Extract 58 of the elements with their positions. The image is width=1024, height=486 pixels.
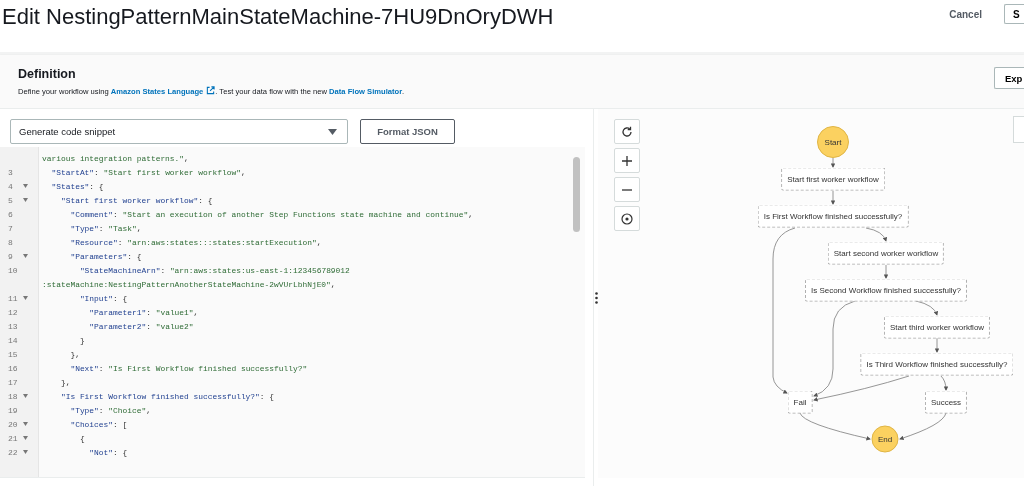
fold-caret-icon[interactable] <box>23 296 28 300</box>
fold-caret-icon[interactable] <box>23 394 28 398</box>
line-number: 9 <box>8 251 14 261</box>
fold-caret-icon[interactable] <box>23 198 28 202</box>
target-icon <box>621 212 633 225</box>
caret-icon <box>328 128 337 135</box>
line-number: 7 <box>8 223 14 233</box>
line-number: 8 <box>8 237 14 247</box>
line-number: 10 <box>8 265 19 275</box>
state-node[interactable]: Start third worker workflow <box>883 315 991 339</box>
minus-icon <box>621 188 633 191</box>
scrollbar[interactable] <box>573 157 580 232</box>
line-number: 20 <box>8 419 19 429</box>
line-number: 14 <box>8 335 19 345</box>
section-heading: Definition <box>18 67 77 81</box>
line-number: 22 <box>8 447 19 457</box>
zoom-in-button[interactable] <box>614 148 640 173</box>
line-number: 5 <box>8 195 14 205</box>
fold-caret-icon[interactable] <box>23 184 28 188</box>
line-number: 11 <box>8 293 19 303</box>
line-number: 4 <box>8 181 14 191</box>
page-title: Edit NestingPatternMainStateMachine-7HU9DnOryDWH <box>2 4 555 30</box>
state-node[interactable]: Is Third Workflow finished successfully? <box>860 352 1014 376</box>
state-node[interactable]: Fail <box>787 390 813 414</box>
state-node[interactable]: Start second worker workflow <box>827 241 945 265</box>
refresh-icon <box>621 125 633 138</box>
line-number: 17 <box>8 377 19 387</box>
line-number: 3 <box>8 167 14 177</box>
plus-icon <box>621 154 633 167</box>
drag-handle-icon[interactable] <box>594 291 598 304</box>
terminal-node[interactable]: End <box>871 425 899 453</box>
export-button[interactable]: Exp <box>994 67 1024 89</box>
line-number: 21 <box>8 433 19 443</box>
line-number: 16 <box>8 363 19 373</box>
snippet-select[interactable]: Generate code snippet <box>10 119 348 144</box>
external-link-icon <box>206 86 216 95</box>
reset-button[interactable] <box>614 119 640 144</box>
fold-caret-icon[interactable] <box>23 436 28 440</box>
line-number: 15 <box>8 349 19 359</box>
line-number: 18 <box>8 391 19 401</box>
fold-caret-icon[interactable] <box>23 450 28 454</box>
line-number: 12 <box>8 307 19 317</box>
state-node[interactable]: Start first worker workflow <box>781 167 885 191</box>
state-node[interactable]: Is Second Workflow finished successfully? <box>804 278 968 302</box>
save-button[interactable]: S <box>1004 4 1024 24</box>
line-number: 13 <box>8 321 19 331</box>
state-node[interactable]: Is First Workflow finished successfully? <box>757 204 909 228</box>
terminal-node[interactable]: Start <box>817 126 849 158</box>
line-number: 6 <box>8 209 14 219</box>
fold-caret-icon[interactable] <box>23 254 28 258</box>
state-node[interactable]: Success <box>924 390 968 414</box>
line-number: 19 <box>8 405 19 415</box>
center-button[interactable] <box>614 206 640 231</box>
cancel-link[interactable]: Cancel <box>949 9 982 20</box>
zoom-out-button[interactable] <box>614 177 640 202</box>
code-editor[interactable] <box>0 147 585 478</box>
format-json-button[interactable]: Format JSON <box>360 119 455 144</box>
fold-caret-icon[interactable] <box>23 422 28 426</box>
